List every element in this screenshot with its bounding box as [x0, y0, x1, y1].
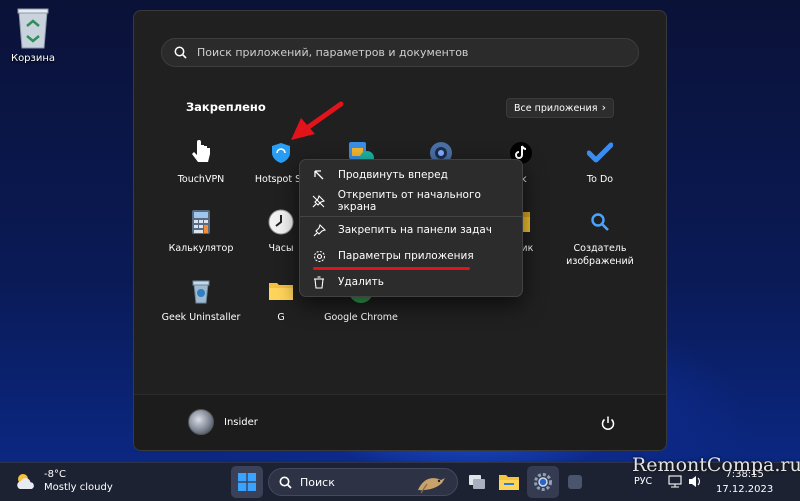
- weather-temp: -8°C: [44, 469, 66, 480]
- context-menu: Продвинуть вперед Открепить от начальног…: [299, 159, 523, 297]
- app-image-creator[interactable]: Создатель изображений: [560, 208, 640, 268]
- folder-icon: [499, 475, 519, 490]
- recycle-bin-label: Корзина: [10, 53, 56, 64]
- volume-icon[interactable]: [688, 475, 702, 488]
- menu-item-label: Закрепить на панели задач: [338, 224, 493, 236]
- menu-separator: [300, 216, 522, 217]
- app-label: To Do: [586, 174, 614, 185]
- weather-widget[interactable]: -8°C Mostly cloudy: [14, 468, 113, 494]
- app-tile-icon: [568, 475, 582, 489]
- bird-illustration-icon: [418, 478, 445, 494]
- hand-pointer-icon: [187, 139, 215, 167]
- image-creator-icon: [586, 208, 614, 236]
- start-footer: Insider: [134, 394, 666, 450]
- app-todo[interactable]: To Do: [560, 139, 640, 186]
- app-geek-uninstaller[interactable]: Geek Uninstaller: [161, 277, 241, 324]
- windows-logo-icon: [238, 473, 256, 491]
- user-name: Insider: [224, 416, 258, 428]
- menu-item-label: Открепить от начального экрана: [337, 189, 481, 213]
- taskbar-search-label: Поиск: [300, 475, 335, 489]
- todo-check-icon: [586, 139, 614, 167]
- gear-icon: [312, 249, 326, 263]
- all-apps-label: Все приложения: [514, 102, 598, 114]
- search-icon: [174, 46, 187, 59]
- menu-item-pin-taskbar[interactable]: Закрепить на панели задач: [304, 218, 520, 242]
- power-icon[interactable]: [600, 415, 616, 431]
- chevron-right-icon: ›: [601, 101, 606, 114]
- app-touchvpn[interactable]: TouchVPN: [161, 139, 241, 186]
- menu-item-label: Продвинуть вперед: [338, 169, 448, 181]
- app-calculator[interactable]: Калькулятор: [161, 208, 241, 255]
- app-label: TouchVPN: [177, 174, 225, 185]
- geek-uninstaller-icon: [187, 277, 215, 305]
- highlight-underline: [313, 267, 470, 270]
- menu-item-unpin-start[interactable]: Открепить от начального экрана: [304, 189, 520, 213]
- menu-item-app-settings[interactable]: Параметры приложения: [304, 244, 520, 268]
- search-icon: [279, 476, 292, 489]
- task-view-button[interactable]: [461, 466, 493, 498]
- avatar: [188, 409, 214, 435]
- network-icon[interactable]: [668, 475, 682, 488]
- menu-item-uninstall[interactable]: Удалить: [304, 270, 520, 294]
- calculator-icon: [187, 208, 215, 236]
- annotation-arrow-icon: [291, 101, 344, 140]
- search-placeholder: Поиск приложений, параметров и документо…: [197, 46, 469, 59]
- watermark: RemontCompa.ru: [632, 454, 800, 476]
- app-button[interactable]: [559, 466, 591, 498]
- folder-icon: [267, 277, 295, 305]
- cloudy-weather-icon: [17, 474, 34, 489]
- pinned-heading: Закреплено: [186, 100, 266, 114]
- taskbar-search[interactable]: Поиск: [268, 468, 458, 496]
- clock-icon: [267, 208, 295, 236]
- app-label: G: [277, 312, 285, 323]
- app-label: Создатель изображений: [566, 243, 634, 267]
- menu-item-label: Удалить: [338, 276, 384, 288]
- menu-item-label: Параметры приложения: [338, 250, 474, 262]
- unpin-icon: [312, 194, 326, 208]
- settings-button[interactable]: [527, 466, 559, 498]
- start-search-box[interactable]: Поиск приложений, параметров и документо…: [161, 38, 639, 67]
- all-apps-button[interactable]: Все приложения ›: [506, 98, 614, 118]
- trash-icon: [312, 275, 326, 289]
- app-label: Google Chrome: [324, 312, 398, 323]
- file-explorer-button[interactable]: [493, 466, 525, 498]
- arrow-up-left-icon: [312, 168, 326, 182]
- app-label: Geek Uninstaller: [161, 312, 241, 323]
- weather-desc: Mostly cloudy: [44, 482, 113, 493]
- start-button[interactable]: [231, 466, 263, 498]
- user-account-button[interactable]: Insider: [188, 409, 258, 435]
- recycle-bin-icon: [16, 6, 50, 50]
- app-label: Калькулятор: [168, 243, 234, 254]
- menu-item-move-forward[interactable]: Продвинуть вперед: [304, 163, 520, 187]
- gear-icon: [534, 473, 552, 491]
- clock-date: 17.12.2023: [716, 484, 774, 495]
- pin-icon: [312, 223, 326, 237]
- desktop-icon-recycle-bin[interactable]: Корзина: [8, 6, 58, 64]
- language-indicator[interactable]: РУС: [634, 476, 652, 487]
- task-view-icon: [469, 475, 485, 489]
